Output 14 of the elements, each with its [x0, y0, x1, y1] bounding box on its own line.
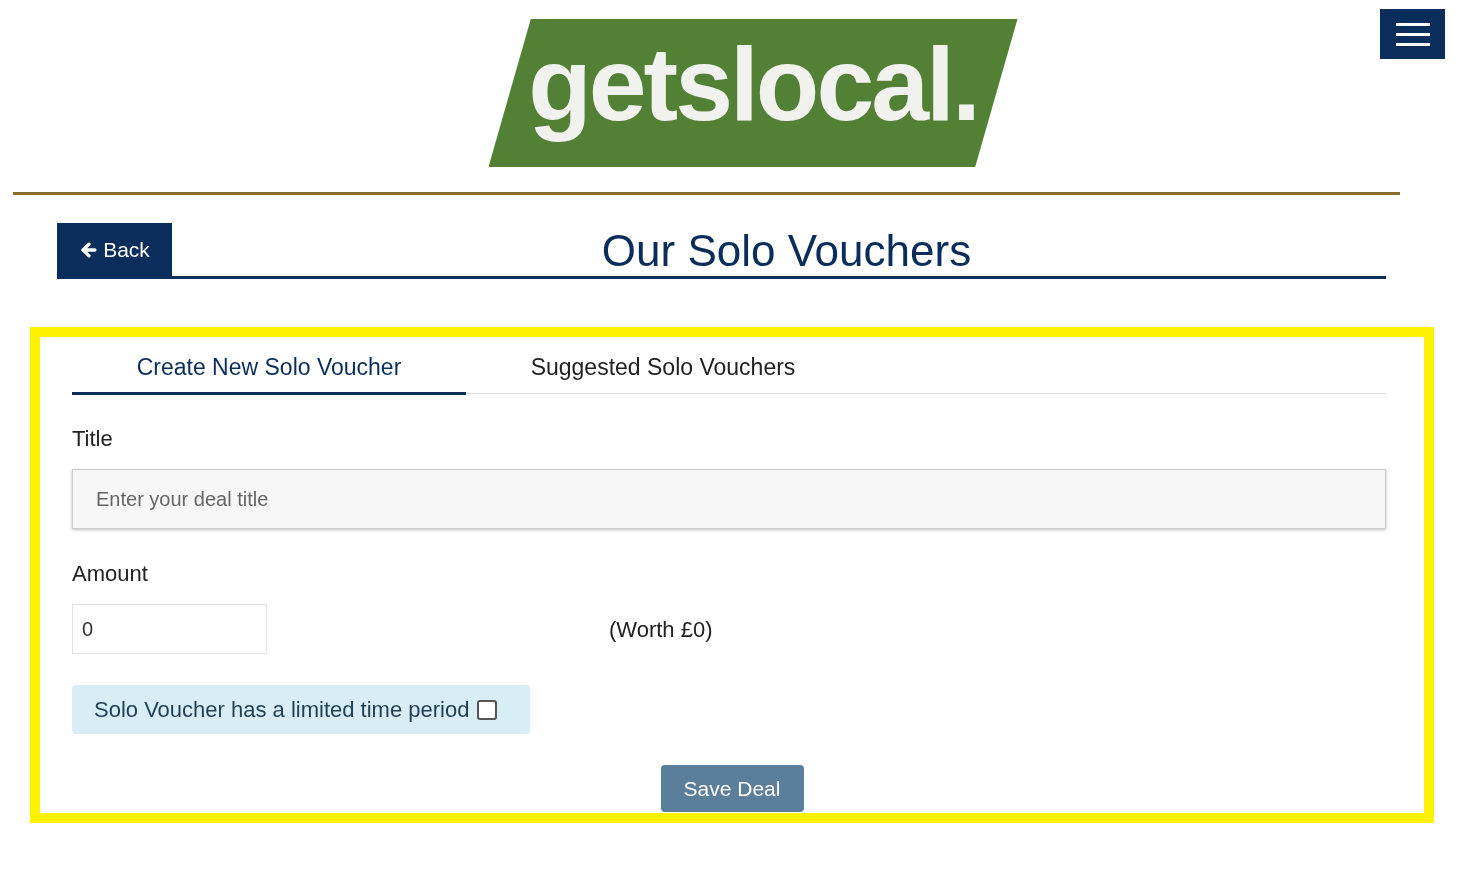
- tab[interactable]: Create New Solo Voucher: [72, 343, 466, 395]
- field-label: Title: [72, 425, 114, 453]
- title-field[interactable]: Enter your deal title: [72, 469, 1386, 529]
- amount-field[interactable]: 0: [72, 604, 267, 654]
- logo: getslocal.: [488, 19, 1018, 167]
- back-button[interactable]: Back: [57, 223, 172, 276]
- save-button[interactable]: Save Deal: [660, 765, 804, 812]
- page-title: Our Solo Vouchers: [600, 229, 972, 273]
- worth-text: (Worth £0): [609, 615, 713, 644]
- checkbox[interactable]: [477, 699, 498, 720]
- tab[interactable]: Suggested Solo Vouchers: [466, 343, 860, 395]
- field-label: Amount: [72, 560, 149, 588]
- limited-time-option[interactable]: Solo Voucher has a limited time period: [72, 685, 530, 734]
- menu-button[interactable]: [1380, 9, 1445, 59]
